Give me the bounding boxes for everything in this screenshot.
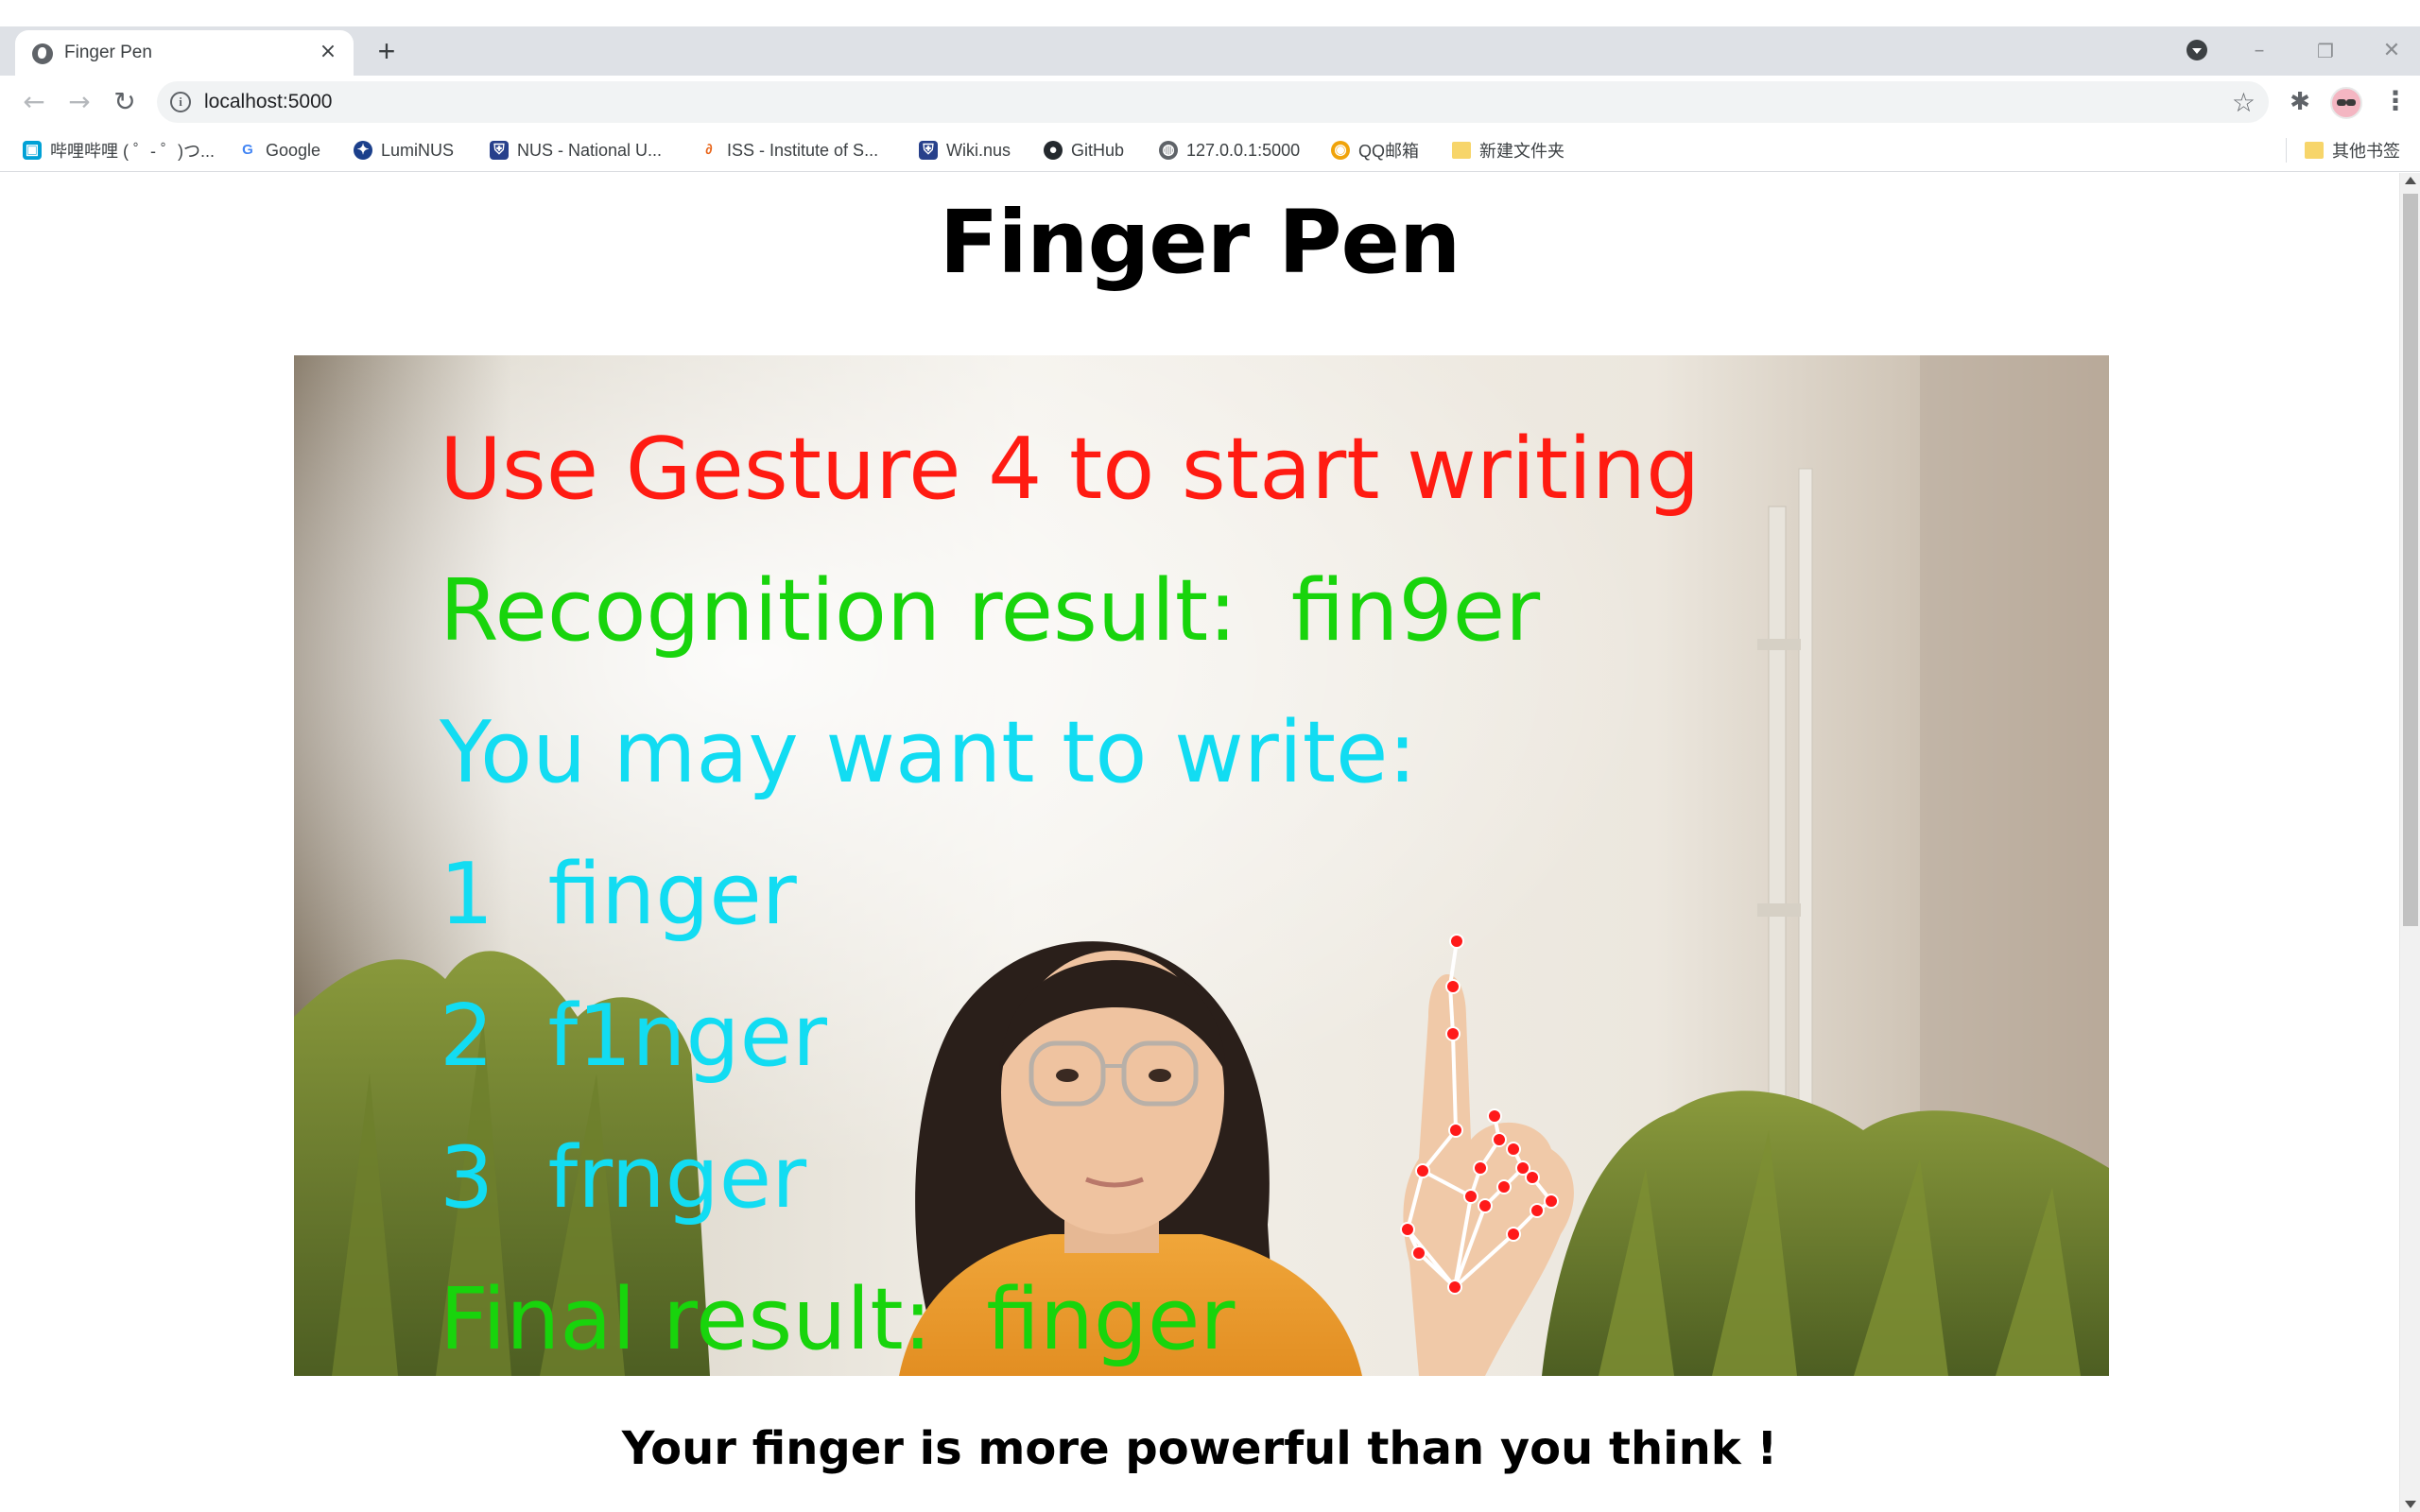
profile-avatar[interactable]: [2330, 87, 2362, 119]
bookmark-github[interactable]: ● GitHub: [1044, 136, 1124, 164]
site-info-icon[interactable]: i: [170, 92, 191, 112]
pipe-bracket: [1757, 639, 1801, 650]
google-icon: G: [238, 141, 257, 160]
restore-button[interactable]: ❐: [2308, 34, 2342, 68]
address-bar[interactable]: i localhost:5000 ☆: [157, 81, 2269, 123]
bookmark-label: Google: [266, 140, 321, 160]
tab-title: Finger Pen: [64, 43, 152, 62]
bookmark-localhost[interactable]: ◍ 127.0.0.1:5000: [1159, 136, 1300, 164]
other-bookmarks-label: 其他书签: [2332, 142, 2400, 161]
overlay-instruction: Use Gesture 4 to start writing: [440, 420, 1701, 519]
nus-crest-icon: ⛨: [919, 141, 938, 160]
bookmark-iss[interactable]: ∂ ISS - Institute of S...: [700, 136, 878, 164]
page-title: Finger Pen: [939, 192, 1461, 293]
browser-menu-icon[interactable]: ⋮: [2382, 87, 2409, 119]
tagline: Your finger is more powerful than you th…: [621, 1422, 1778, 1475]
bookmark-nus[interactable]: ⛨ NUS - National U...: [490, 136, 662, 164]
bookmark-label: 127.0.0.1:5000: [1186, 140, 1301, 160]
folder-icon: [1452, 142, 1471, 159]
luminus-icon: ✦: [354, 141, 372, 160]
window-top-margin: [0, 0, 2420, 26]
new-tab-button[interactable]: +: [371, 36, 403, 68]
folder-icon: [2305, 142, 2324, 159]
github-icon: ●: [1044, 141, 1063, 160]
extensions-icon[interactable]: ✱: [2286, 88, 2314, 116]
bookmark-qqmail[interactable]: ◉ QQ邮箱: [1331, 136, 1419, 164]
overlay-suggestion-3: 3 frnger: [440, 1128, 807, 1228]
bookmark-label: QQ邮箱: [1358, 142, 1420, 161]
overlay-suggestion-2: 2 f1nger: [440, 987, 827, 1086]
qqmail-icon: ◉: [1331, 141, 1350, 160]
tab-finger-pen[interactable]: Finger Pen ×: [15, 30, 354, 76]
bookmark-wiki-nus[interactable]: ⛨ Wiki.nus: [919, 136, 1011, 164]
bookmark-label: 哔哩哔哩 ( ゜- ゜)つ...: [50, 142, 215, 161]
bookmark-label: 新建文件夹: [1479, 142, 1564, 161]
page-content: Finger Pen Use Gesture 4 to start writin…: [0, 173, 2399, 1512]
page-scrollbar[interactable]: [2399, 173, 2420, 1512]
bookmark-luminus[interactable]: ✦ LumiNUS: [354, 136, 454, 164]
bookmark-label: LumiNUS: [381, 140, 455, 160]
bookmarks-divider: [2286, 138, 2287, 163]
url-text[interactable]: localhost:5000: [204, 91, 332, 113]
back-button[interactable]: ←: [17, 85, 51, 119]
globe-icon: ◍: [1159, 141, 1178, 160]
bookmark-label: Wiki.nus: [946, 140, 1011, 160]
minimize-button[interactable]: –: [2242, 34, 2276, 68]
reload-button[interactable]: ↻: [108, 85, 142, 119]
overlay-recognition-result: Recognition result: fin9er: [440, 561, 1541, 661]
overlay-suggestion-1: 1 finger: [440, 845, 797, 944]
scroll-down-arrow-icon[interactable]: [2405, 1501, 2416, 1508]
tab-search-icon[interactable]: [2187, 40, 2207, 60]
pipe-bracket: [1757, 903, 1801, 917]
overlay-final-result: Final result: finger: [440, 1270, 1236, 1369]
overlay-suggestion-heading: You may want to write:: [440, 703, 1417, 802]
bookmark-new-folder[interactable]: 新建文件夹: [1452, 136, 1564, 164]
bookmark-google[interactable]: G Google: [238, 136, 320, 164]
webcam-video-feed: Use Gesture 4 to start writing Recogniti…: [294, 355, 2109, 1376]
bookmark-label: ISS - Institute of S...: [727, 140, 879, 160]
bookmark-star-icon[interactable]: ☆: [2232, 87, 2256, 118]
scroll-thumb[interactable]: [2403, 194, 2418, 926]
other-bookmarks[interactable]: 其他书签: [2305, 136, 2400, 164]
bookmark-label: NUS - National U...: [517, 140, 663, 160]
browser-toolbar: ← → ↻ i localhost:5000 ☆ ✱ ⋮: [0, 76, 2420, 129]
bilibili-icon: ▣: [23, 141, 42, 160]
bookmark-label: GitHub: [1071, 140, 1125, 160]
bookmark-bilibili[interactable]: ▣ 哔哩哔哩 ( ゜- ゜)つ...: [23, 136, 215, 164]
person-eye: [1056, 1069, 1079, 1082]
iss-icon: ∂: [700, 141, 718, 160]
tab-strip: Finger Pen × + – ❐ ✕: [0, 26, 2420, 76]
person-eye: [1149, 1069, 1171, 1082]
globe-icon: [32, 43, 53, 64]
close-tab-icon[interactable]: ×: [316, 40, 340, 64]
forward-button[interactable]: →: [62, 85, 96, 119]
close-window-button[interactable]: ✕: [2375, 34, 2409, 68]
bookmarks-bar: ▣ 哔哩哔哩 ( ゜- ゜)つ... G Google ✦ LumiNUS ⛨ …: [0, 129, 2420, 172]
nus-crest-icon: ⛨: [490, 141, 509, 160]
scroll-up-arrow-icon[interactable]: [2405, 177, 2416, 184]
